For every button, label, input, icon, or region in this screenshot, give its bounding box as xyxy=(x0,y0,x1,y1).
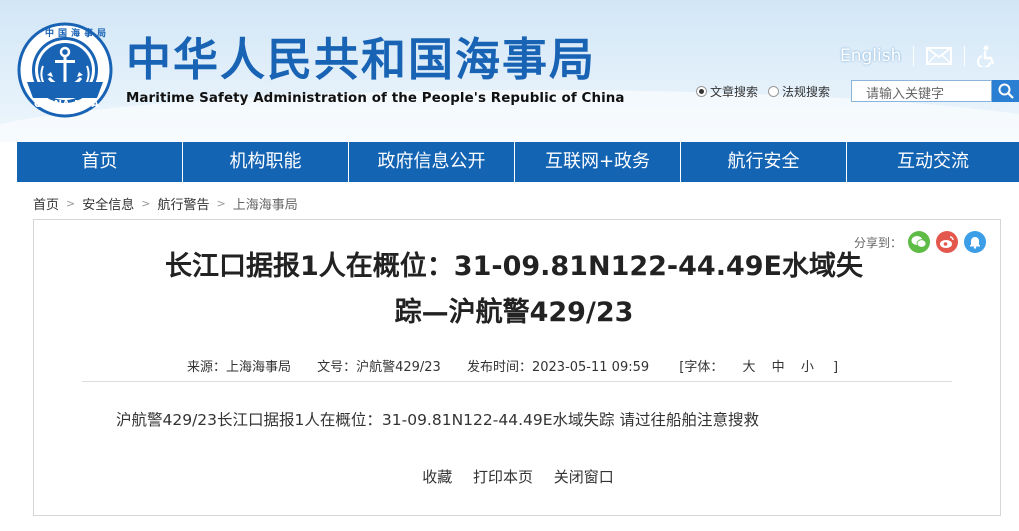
article-actions: 收藏 打印本页 关闭窗口 xyxy=(34,466,1002,487)
radio-article[interactable] xyxy=(696,86,707,97)
nav-interaction[interactable]: 互动交流 xyxy=(847,142,1019,182)
nav-home[interactable]: 首页 xyxy=(17,142,183,182)
print-link[interactable]: 打印本页 xyxy=(473,468,533,486)
nav-internet-gov[interactable]: 互联网+政务 xyxy=(515,142,681,182)
breadcrumb-separator: > xyxy=(141,197,151,210)
site-subtitle: Maritime Safety Administration of the Pe… xyxy=(126,91,625,106)
nav-functions[interactable]: 机构职能 xyxy=(183,142,349,182)
close-window-link[interactable]: 关闭窗口 xyxy=(554,468,614,486)
font-size-label: [字体： xyxy=(679,360,724,375)
breadcrumb-home[interactable]: 首页 xyxy=(33,194,59,213)
meta-divider xyxy=(82,381,952,382)
logo-text-top: 中国海事局 xyxy=(45,29,111,39)
article-body: 沪航警429/23长江口据报1人在概位：31-09.81N122-44.49E水… xyxy=(116,411,759,429)
article-title: 长江口据报1人在概位：31-09.81N122-44.49E水域失 踪—沪航警4… xyxy=(114,244,914,336)
font-size-large[interactable]: 大 xyxy=(743,360,756,375)
radio-law[interactable] xyxy=(768,86,780,97)
search-button[interactable] xyxy=(992,80,1019,102)
breadcrumb: 首页 > 安全信息 > 航行警告 > 上海海事局 xyxy=(33,194,298,213)
english-link[interactable]: English xyxy=(840,46,901,66)
meta-publish-time: 发布时间：2023-05-11 09:59 xyxy=(466,360,650,375)
weibo-share-button[interactable] xyxy=(936,231,958,253)
logo-text-bottom: CHINA MSA xyxy=(34,99,100,110)
breadcrumb-nav-warning[interactable]: 航行警告 xyxy=(157,194,209,213)
tool-divider xyxy=(964,46,966,66)
search-option-article[interactable]: 文章搜索 xyxy=(696,83,758,100)
breadcrumb-safety-info[interactable]: 安全信息 xyxy=(82,194,134,213)
mail-icon[interactable] xyxy=(926,47,953,65)
font-size-controls: [字体： 大 中 小 ] xyxy=(668,360,849,375)
nav-navigation-safety[interactable]: 航行安全 xyxy=(681,142,847,182)
bell-icon xyxy=(970,237,980,249)
qq-share-button[interactable] xyxy=(964,231,986,253)
breadcrumb-shanghai-msa[interactable]: 上海海事局 xyxy=(233,194,298,213)
favorite-link[interactable]: 收藏 xyxy=(422,468,452,486)
search-type-options: 文章搜索 法规搜索 xyxy=(696,83,840,100)
breadcrumb-separator: > xyxy=(66,197,76,210)
search-option-law[interactable]: 法规搜索 xyxy=(768,83,830,100)
meta-source: 来源：上海海事局 xyxy=(186,360,291,375)
article-title-line-1: 长江口据报1人在概位：31-09.81N122-44.49E水域失 xyxy=(165,251,863,282)
article-meta: 来源：上海海事局 文号：沪航警429/23 发布时间：2023-05-11 09… xyxy=(34,356,1002,375)
site-title[interactable]: 中华人民共和国海事局 xyxy=(126,34,596,86)
wheelchair-icon[interactable] xyxy=(977,45,997,67)
font-size-medium[interactable]: 中 xyxy=(772,360,785,375)
search-icon xyxy=(998,83,1014,99)
header-tools: English xyxy=(840,42,997,70)
meta-doc-number: 文号：沪航警429/23 xyxy=(317,360,441,375)
main-nav: 首页 机构职能 政府信息公开 互联网+政务 航行安全 互动交流 xyxy=(17,142,1019,182)
article-container: 分享到： 长江口据报1人在概位：31-09.81N122-44.49E水域失 踪… xyxy=(33,219,1001,516)
nav-gov-info[interactable]: 政府信息公开 xyxy=(349,142,515,182)
search-option-article-label: 文章搜索 xyxy=(710,85,759,99)
search-input[interactable]: 请输入关键字 xyxy=(851,80,992,102)
weibo-icon xyxy=(940,236,954,248)
font-size-end: ] xyxy=(832,360,839,375)
tool-divider xyxy=(913,46,915,66)
font-size-small[interactable]: 小 xyxy=(801,360,814,375)
search-option-law-label: 法规搜索 xyxy=(782,85,831,99)
breadcrumb-separator: > xyxy=(216,197,226,210)
site-header: 中国海事局 CHINA MSA 中华人民共和国海事局 Maritime Safe… xyxy=(0,0,1019,142)
article-title-line-2: 踪—沪航警429/23 xyxy=(394,297,634,328)
